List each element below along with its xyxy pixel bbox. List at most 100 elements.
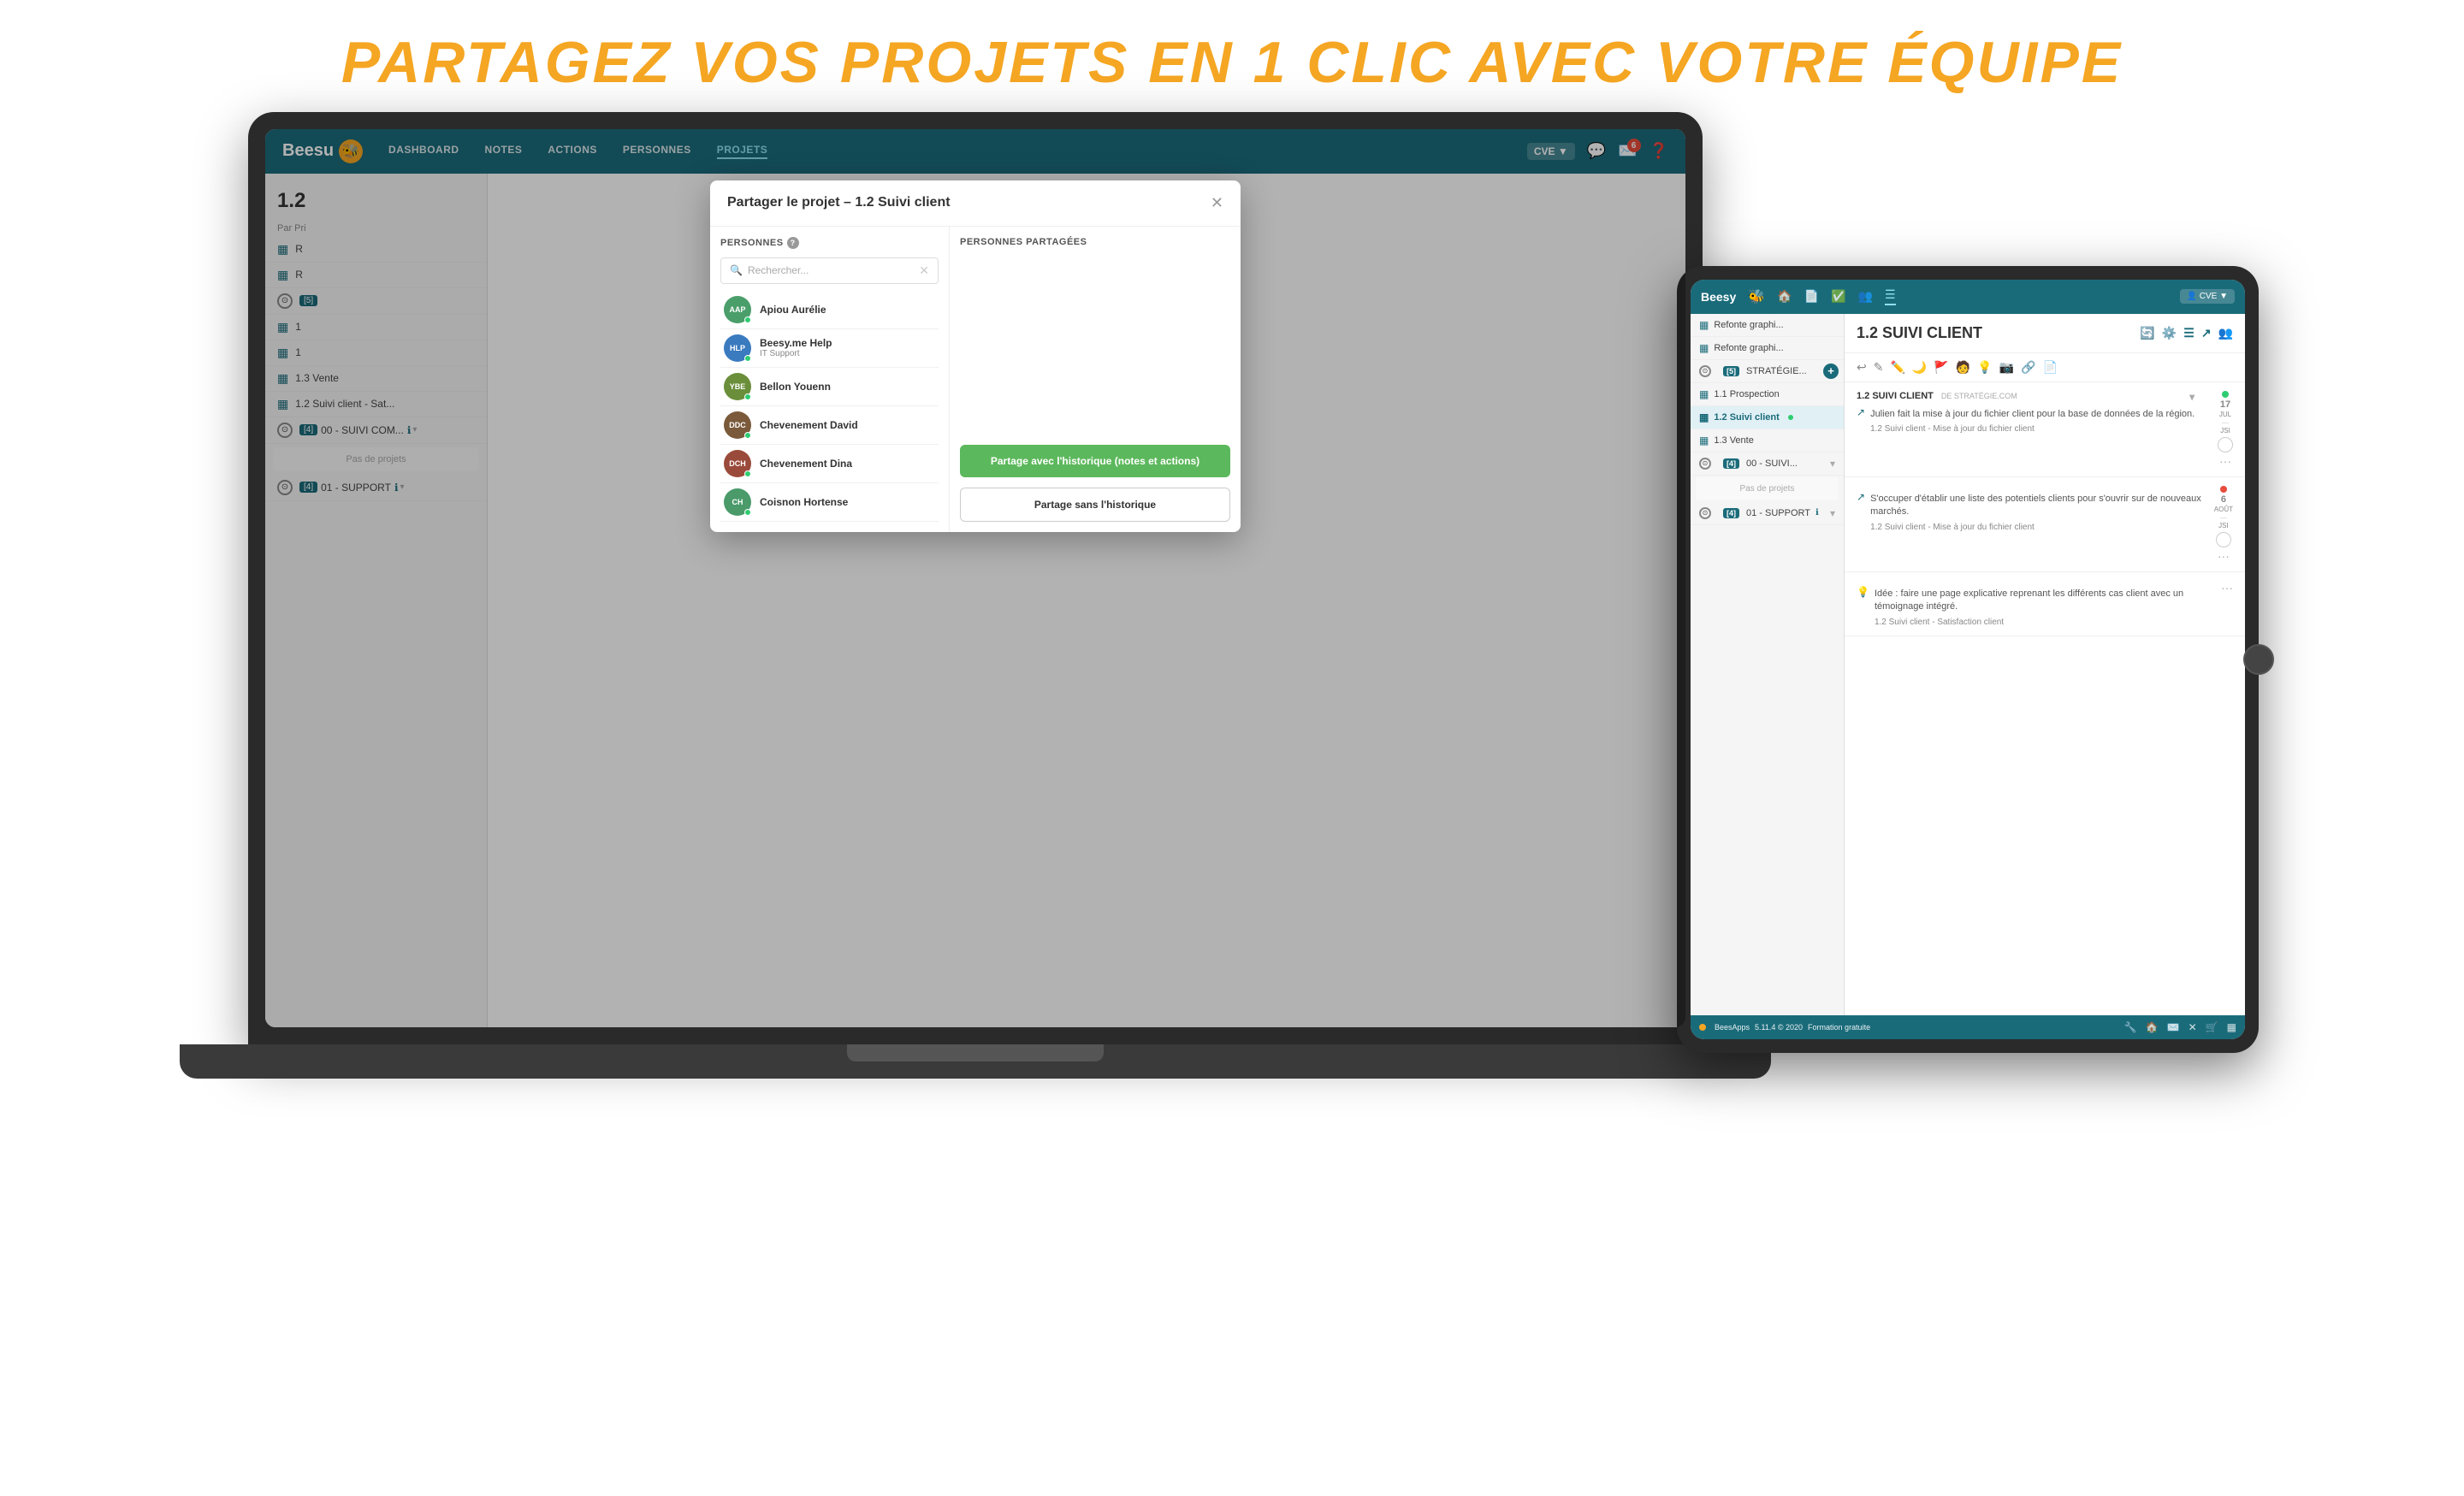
note-icon-person[interactable]: 🧑 xyxy=(1956,360,1970,375)
note-item-1: 1.2 SUIVI CLIENT DE STRATÉGIE.COM ▾ ↗ Ju… xyxy=(1845,382,2245,477)
active-dot xyxy=(1788,415,1793,420)
strategy-badge: [5] xyxy=(1723,366,1739,376)
tablet-project-header: 1.2 SUIVI CLIENT 🔄 ⚙️ ☰ ↗ 👥 xyxy=(1845,314,2245,353)
person-info: Bellon Youenn xyxy=(760,381,831,393)
sidebar-item-1[interactable]: ▦ Refonte graphi... xyxy=(1691,337,1844,360)
more-options-icon[interactable]: ··· xyxy=(2218,549,2230,563)
modal-close-button[interactable]: ✕ xyxy=(1211,194,1223,212)
modal-title: Partager le projet – 1.2 Suivi client xyxy=(727,195,951,210)
person-item-ddc[interactable]: DDC Chevenement David xyxy=(720,406,939,445)
person-item-ybe[interactable]: YBE Bellon Youenn xyxy=(720,368,939,406)
note-icon-type2[interactable]: ✎ xyxy=(1874,360,1884,375)
people-icon[interactable]: 👥 xyxy=(2218,326,2233,340)
sidebar-label: 00 - SUIVI... xyxy=(1746,458,1798,469)
tablet-sidebar: ▦ Refonte graphi... ▦ Refonte graphi... … xyxy=(1691,314,1845,1015)
tablet-navbar: Beesy 🐝 🏠 📄 ✅ 👥 ☰ 👤 CVE ▼ xyxy=(1691,280,2245,314)
avatar-initials: YBE xyxy=(730,382,746,391)
person-subtitle: IT Support xyxy=(760,349,832,358)
status-dot xyxy=(744,316,751,323)
refresh-icon[interactable]: 🔄 xyxy=(2140,326,2154,340)
person-name: Coisnon Hortense xyxy=(760,496,848,508)
dashboard-icon-tablet[interactable]: 🏠 xyxy=(1777,289,1792,304)
chevron-down-icon: ▾ xyxy=(1830,507,1835,519)
note-from: DE STRATÉGIE.COM xyxy=(1941,392,2017,400)
sidebar-item-prospection[interactable]: ▦ 1.1 Prospection xyxy=(1691,383,1844,406)
no-projects-tablet: Pas de projets xyxy=(1696,477,1839,500)
share-history-button[interactable]: Partage avec l'historique (notes et acti… xyxy=(960,445,1230,477)
sidebar-item-0[interactable]: ▦ Refonte graphi... xyxy=(1691,314,1844,337)
page-headline: PARTAGEZ VOS PROJETS EN 1 CLIC AVEC VOTR… xyxy=(341,31,2123,95)
footer-icon-6[interactable]: ▦ xyxy=(2227,1021,2236,1033)
sidebar-item-00[interactable]: ⊙ [4] 00 - SUIVI... ▾ xyxy=(1691,452,1844,476)
person-item-dch[interactable]: DCH Chevenement Dina xyxy=(720,445,939,483)
note-icon-bulb[interactable]: 💡 xyxy=(1977,360,1992,375)
tablet-home-button[interactable] xyxy=(2243,644,2274,675)
footer-icon-5[interactable]: 🛒 xyxy=(2206,1021,2218,1033)
modal-shared-panel: PERSONNES PARTAGÉES Partage avec l'histo… xyxy=(950,227,1241,532)
footer-icon-1[interactable]: 🔧 xyxy=(2124,1021,2137,1033)
person-info: Apiou Aurélie xyxy=(760,304,826,316)
people-icon-tablet[interactable]: 👥 xyxy=(1858,289,1873,304)
person-name: Chevenement David xyxy=(760,419,858,431)
sidebar-item-strategie[interactable]: ⊙ [5] STRATÉGIE... ▾ xyxy=(1691,360,1844,383)
person-item-hlp[interactable]: HLP Beesy.me Help IT Support xyxy=(720,329,939,368)
note-icon-doc[interactable]: 📄 xyxy=(2043,360,2058,375)
add-button[interactable]: + xyxy=(1823,364,1839,379)
sidebar-item-01[interactable]: ⊙ [4] 01 - SUPPORT ℹ ▾ xyxy=(1691,502,1844,525)
share-icon[interactable]: ↗ xyxy=(2201,326,2212,340)
note-icon-type1[interactable]: ↩ xyxy=(1857,360,1867,375)
person-info: Beesy.me Help IT Support xyxy=(760,337,832,358)
avatar-initials: HLP xyxy=(730,344,745,352)
more-options-icon[interactable]: ··· xyxy=(2221,581,2233,594)
share-no-history-button[interactable]: Partage sans l'historique xyxy=(960,488,1230,522)
search-clear-icon[interactable]: ✕ xyxy=(919,263,929,278)
person-item-ch[interactable]: CH Coisnon Hortense xyxy=(720,483,939,522)
avatar-ddc: DDC xyxy=(724,411,751,439)
grid-icon: ▦ xyxy=(1699,342,1709,354)
filter-icon[interactable]: ⚙️ xyxy=(2162,326,2177,340)
grid-icon: ▦ xyxy=(1699,319,1709,331)
modal-overlay: Partager le projet – 1.2 Suivi client ✕ … xyxy=(265,129,1685,1027)
tablet-toolbar: 🔄 ⚙️ ☰ ↗ 👥 xyxy=(2140,326,2233,340)
note-item-2: ↗ S'occuper d'établir une liste des pote… xyxy=(1845,477,2245,572)
tablet-device: Beesy 🐝 🏠 📄 ✅ 👥 ☰ 👤 CVE ▼ ▦ Refonte grap… xyxy=(1677,266,2259,1053)
check-icon-tablet[interactable]: ✅ xyxy=(1831,289,1845,304)
person-info: Chevenement David xyxy=(760,419,858,431)
note-icon-camera[interactable]: 📷 xyxy=(1999,360,2014,375)
tablet-screen: Beesy 🐝 🏠 📄 ✅ 👥 ☰ 👤 CVE ▼ ▦ Refonte grap… xyxy=(1691,280,2245,1039)
search-placeholder: Rechercher... xyxy=(748,264,808,276)
person-item-aap[interactable]: AAP Apiou Aurélie xyxy=(720,291,939,329)
status-dot xyxy=(744,393,751,400)
person-name: Beesy.me Help xyxy=(760,337,832,349)
note-icon-moon[interactable]: 🌙 xyxy=(1912,360,1927,375)
sidebar-label: 1.3 Vente xyxy=(1714,435,1754,446)
sidebar-item-vente[interactable]: ▦ 1.3 Vente xyxy=(1691,429,1844,452)
grid-icon: ▦ xyxy=(1699,411,1709,423)
footer-version: 5.11.4 © 2020 xyxy=(1755,1023,1803,1032)
footer-icon-4[interactable]: ✕ xyxy=(2189,1021,2197,1033)
list-icon-tablet[interactable]: ☰ xyxy=(1885,287,1896,305)
tablet-main: 1.2 SUIVI CLIENT 🔄 ⚙️ ☰ ↗ 👥 ↩ ✎ xyxy=(1845,314,2245,1015)
note-icon-flag[interactable]: 🚩 xyxy=(1934,360,1948,375)
grid-icon: ▦ xyxy=(1699,388,1709,400)
avatar-initials: DCH xyxy=(729,459,746,468)
footer-formation: Formation gratuite xyxy=(1808,1023,1870,1032)
status-dot xyxy=(744,355,751,362)
tablet-brand: Beesy xyxy=(1701,290,1736,304)
action-arrow-icon: ↗ xyxy=(1857,406,1865,418)
note-icon-link[interactable]: 🔗 xyxy=(2021,360,2035,375)
footer-icon-2[interactable]: 🏠 xyxy=(2146,1021,2159,1033)
avatar-initials: AAP xyxy=(729,305,745,314)
sidebar-item-suivi[interactable]: ▦ 1.2 Suivi client xyxy=(1691,406,1844,429)
cve-btn-tablet[interactable]: 👤 CVE ▼ xyxy=(2180,289,2235,304)
list-view-icon[interactable]: ☰ xyxy=(2183,326,2194,340)
more-options-icon[interactable]: ··· xyxy=(2219,454,2231,468)
document-icon-tablet[interactable]: 📄 xyxy=(1804,289,1819,304)
note-type-toolbar: ↩ ✎ ✏️ 🌙 🚩 🧑 💡 📷 🔗 📄 xyxy=(1845,353,2245,382)
laptop-screen: Beesu DASHBOARD NOTES ACTIONS PERSONNES … xyxy=(265,129,1685,1027)
modal-header: Partager le projet – 1.2 Suivi client ✕ xyxy=(710,180,1241,227)
footer-icon-3[interactable]: ✉️ xyxy=(2167,1021,2180,1033)
note-icon-pencil[interactable]: ✏️ xyxy=(1890,360,1904,375)
info-icon: ℹ xyxy=(1815,508,1819,517)
help-question-icon[interactable]: ? xyxy=(787,237,799,249)
